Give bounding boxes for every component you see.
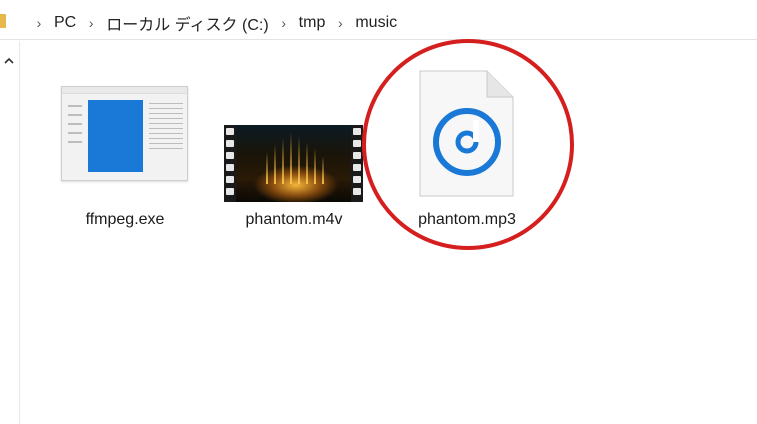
breadcrumb-tmp[interactable]: tmp [295,14,330,32]
exe-window-icon[interactable] [61,86,188,181]
highlight-circle [362,39,574,250]
folder-icon [0,14,6,28]
breadcrumb-music[interactable]: music [351,14,401,32]
chevron-up-icon[interactable] [2,55,16,67]
navigation-pane-edge [0,41,20,424]
file-name-ffmpeg[interactable]: ffmpeg.exe [45,211,205,229]
file-explorer-window: › PC › ローカル ディスク (C:) › tmp › music ffmp… [0,0,757,424]
video-thumbnail[interactable] [224,125,363,202]
breadcrumb: › PC › ローカル ディスク (C:) › tmp › music [28,11,401,35]
breadcrumb-pc[interactable]: PC [50,14,80,32]
breadcrumb-local-disk[interactable]: ローカル ディスク (C:) [102,11,272,35]
address-bar[interactable]: › PC › ローカル ディスク (C:) › tmp › music [0,0,757,40]
file-name-phantom-m4v[interactable]: phantom.m4v [214,211,374,229]
chevron-right-icon[interactable]: › [329,15,351,31]
chevron-right-icon[interactable]: › [28,15,50,31]
chevron-right-icon[interactable]: › [273,15,295,31]
chevron-right-icon[interactable]: › [80,15,102,31]
